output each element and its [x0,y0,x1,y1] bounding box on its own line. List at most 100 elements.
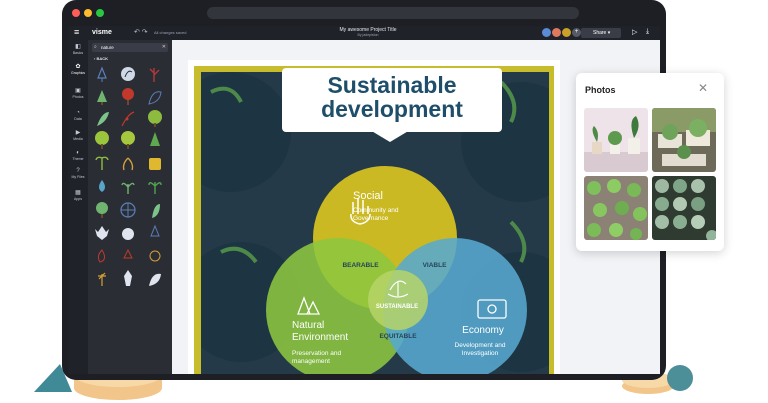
stage: ≡ visme ↶ ↷ All changes saved My awesome… [0,0,768,403]
bare-tree-icon[interactable] [149,68,160,82]
app-logo: visme [92,29,112,36]
fern-tree-icon[interactable] [150,132,160,146]
lamp-tree-icon[interactable] [150,224,160,237]
project-author: By jadepiston [357,33,379,37]
rail-item-my-files[interactable]: ? My Files [68,168,88,179]
rail-label: Media [73,137,83,141]
natural-title: Natural Environment [292,320,349,343]
tree-outline-icon[interactable] [97,66,107,82]
branch-icon[interactable] [121,111,135,127]
search-icon: ⌕ [94,44,97,50]
social-title: Social [353,190,383,202]
dandelion-icon[interactable] [98,272,106,286]
rail-item-data[interactable]: ◔ Data [68,110,88,121]
title-line-1: Sustainable [327,72,457,98]
natural-desc: Preservation and management [292,350,342,365]
maximize-window-button[interactable] [96,9,104,17]
green-sprout-icon[interactable] [148,182,162,194]
avatar[interactable] [542,28,551,37]
rail-label: Data [74,117,82,121]
bush-tree-icon[interactable] [121,131,135,149]
undo-redo-icons[interactable]: ↶ ↷ [134,28,148,36]
close-window-button[interactable] [72,9,80,17]
leaf-outline-icon[interactable] [148,91,162,105]
question-icon: ? [76,168,80,174]
rail-item-apps[interactable]: ▦ Apps [68,190,88,201]
rail-label: Theme [72,157,84,161]
rail-label: Basics [72,51,84,55]
menu-icon[interactable]: ≡ [74,28,79,37]
search-input[interactable]: ⌕ nature ✕ [92,43,168,52]
rail-item-basics[interactable]: ◧ Basics [68,44,88,55]
apps-icon: ▦ [75,190,81,196]
slide-title[interactable]: Sustainable development [282,73,502,121]
browser-titlebar [62,0,666,26]
photos-title: Photos [585,85,616,95]
rail-item-media[interactable]: ▶ Media [68,130,88,141]
tulip-icon[interactable] [123,248,133,259]
succulent-trays-photo[interactable] [652,176,716,240]
potted-plants-photo[interactable] [652,108,716,172]
equitable-label: EQUITABLE [379,333,417,340]
add-collaborator-icon[interactable]: + [572,28,581,37]
seedlings-photo[interactable] [584,176,648,240]
small-tree-icon[interactable] [96,202,108,218]
nature-icon-grid [95,66,162,286]
water-drop-icon[interactable] [99,180,105,192]
plant-shelf-photo[interactable] [584,108,648,172]
left-rail: ◧ Basics ✿ Graphics ▣ Photos ◔ Data ▶ Me… [68,40,88,374]
search-value: nature [101,45,114,50]
viable-label: VIABLE [422,262,447,269]
rail-item-theme[interactable]: ◐ Theme [68,150,88,161]
pine-tree-icon[interactable] [97,90,107,105]
oak-tree-icon[interactable] [95,131,109,149]
media-icon: ▶ [75,130,81,136]
willow-icon[interactable] [122,157,134,171]
orchid-icon[interactable] [97,249,106,263]
rail-label: My Files [71,175,85,179]
title-line-2: development [321,96,463,122]
title-bubble-tail [370,130,410,142]
feather-leaf-icon[interactable] [97,112,109,126]
economy-desc: Development and Investigation [454,342,506,357]
leaf-circle-icon[interactable] [121,67,135,81]
avatar[interactable] [562,28,571,37]
sprout-icon[interactable] [121,182,135,194]
download-icon[interactable]: ⤓ [646,28,649,36]
cactus-icon[interactable] [124,270,132,286]
bearable-label: BEARABLE [342,262,379,269]
close-icon[interactable]: ✕ [698,81,708,95]
red-tree-icon[interactable] [122,88,134,105]
maple-leaf-icon[interactable] [95,226,109,240]
photo-icon: ▣ [75,88,81,94]
white-leaf-icon[interactable] [149,273,161,286]
minimize-window-button[interactable] [84,9,92,17]
chart-icon: ◔ [76,110,80,116]
yellow-pot-icon[interactable] [149,158,161,170]
shapes-icon: ◧ [75,44,81,50]
social-desc: Community and Governance [353,207,399,222]
clear-search-icon[interactable]: ✕ [162,43,166,52]
globe-icon[interactable] [120,202,136,218]
leaf-icon[interactable] [152,204,160,218]
sustainable-circle[interactable] [368,270,428,330]
back-label: BACK [96,56,109,61]
economy-title: Economy [462,325,504,336]
play-icon[interactable]: ▷ [632,28,637,36]
avatar[interactable] [552,28,561,37]
back-button[interactable]: ‹ BACK [94,56,108,61]
graphics-library-panel: ⌕ nature ✕ ‹ BACK [88,40,172,374]
graphics-icon: ✿ [75,64,81,70]
sustainable-label: SUSTAINABLE [375,304,419,310]
palm-icon[interactable] [95,156,109,170]
round-tree-icon[interactable] [148,110,162,127]
photos-popup: Photos ✕ [576,73,724,251]
balloon-tree-icon[interactable] [149,250,161,262]
app-header: ≡ visme ↶ ↷ All changes saved My awesome… [68,26,660,40]
save-status: All changes saved [154,30,187,35]
round-leaf-icon[interactable] [122,228,134,240]
rail-item-graphics[interactable]: ✿ Graphics [68,64,88,75]
address-bar[interactable] [207,7,579,19]
share-button[interactable]: Share ▾ [581,28,621,38]
rail-item-photos[interactable]: ▣ Photos [68,88,88,99]
